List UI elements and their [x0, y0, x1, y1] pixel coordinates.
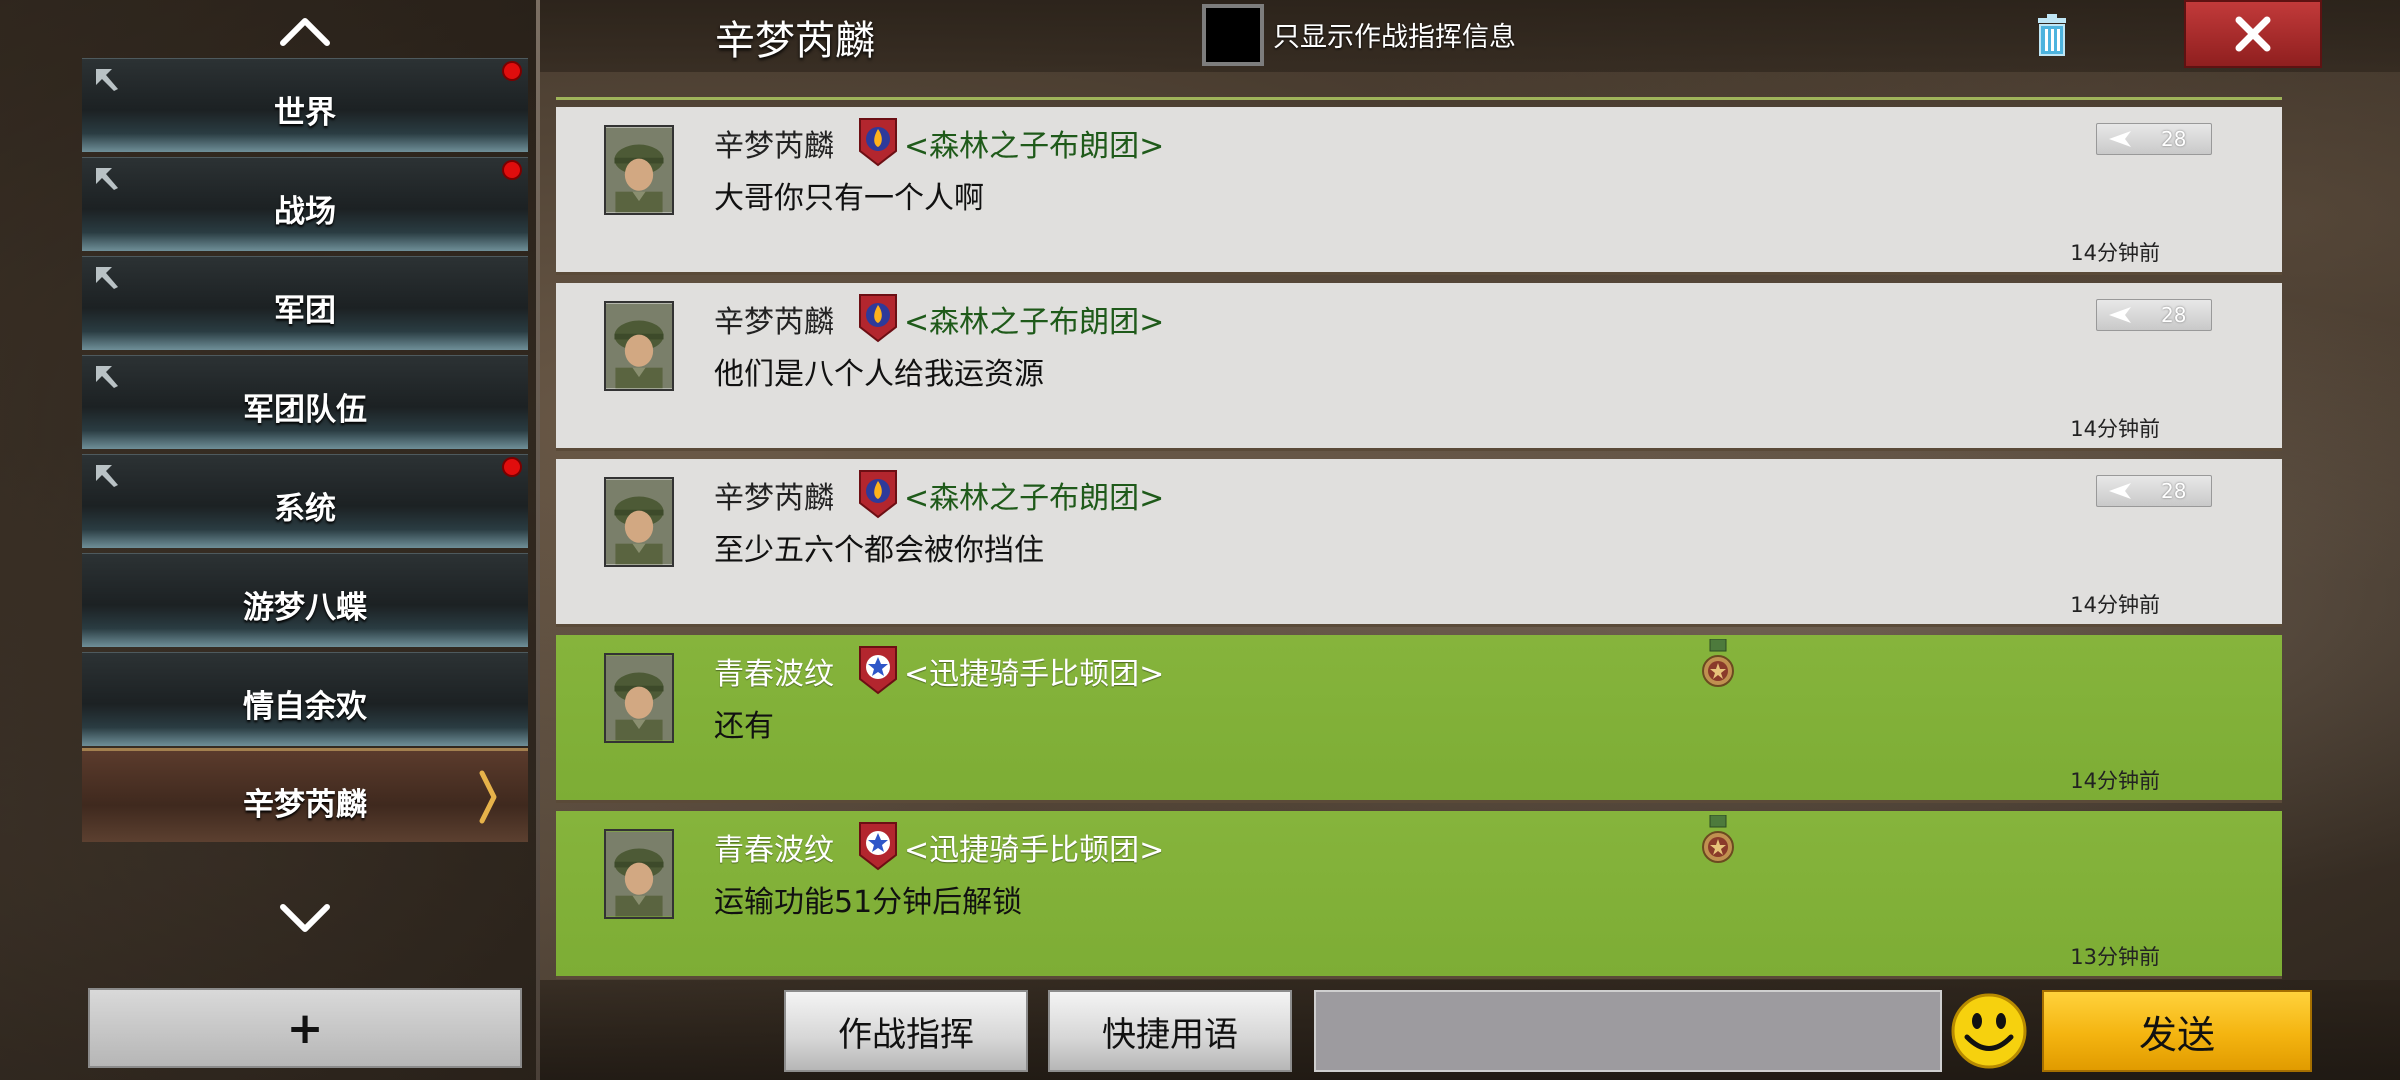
chat-header: 辛梦芮麟 只显示作战指挥信息	[540, 0, 2400, 72]
channel-label: 游梦八蝶	[243, 590, 367, 626]
chat-message-ally: 青春波纹 <迅捷骑手比顿团> 还有 14分钟前	[556, 635, 2282, 803]
sender-name[interactable]: 辛梦芮麟	[714, 121, 834, 165]
legion-star-badge-icon	[859, 646, 897, 695]
soldier-avatar[interactable]	[604, 653, 674, 743]
thumb-arrow-icon	[2109, 483, 2131, 499]
command-only-label: 只显示作战指挥信息	[1273, 22, 1516, 53]
unread-dot	[502, 160, 522, 180]
legion-name[interactable]: <迅捷骑手比顿团>	[904, 649, 1164, 693]
channel-label: 情自余欢	[243, 689, 367, 725]
sender-name[interactable]: 青春波纹	[714, 649, 834, 693]
message-time: 14分钟前	[2070, 417, 2160, 441]
chat-message: 辛梦芮麟 <森林之子布朗团> 大哥你只有一个人啊 28 14分钟前	[556, 107, 2282, 275]
legion-name[interactable]: <森林之子布朗团>	[904, 297, 1164, 341]
channel-label: 战场	[274, 194, 336, 230]
like-count: 28	[2161, 127, 2187, 151]
legion-name[interactable]: <迅捷骑手比顿团>	[904, 825, 1164, 869]
unread-dot	[502, 61, 522, 81]
channel-tab-private-1[interactable]: 游梦八蝶	[82, 553, 528, 647]
like-count: 28	[2161, 303, 2187, 327]
channel-label: 辛梦芮麟	[243, 787, 367, 823]
chevron-up-icon	[280, 18, 330, 46]
message-time: 14分钟前	[2070, 593, 2160, 617]
message-text: 他们是八个人给我运资源	[714, 357, 1044, 392]
channel-tab-world[interactable]: 世界	[82, 58, 528, 152]
like-button[interactable]: 28	[2096, 475, 2212, 507]
send-button[interactable]: 发送	[2042, 990, 2312, 1072]
medal-icon	[1702, 639, 1734, 687]
chat-input[interactable]	[1314, 990, 1942, 1072]
legion-star-badge-icon	[859, 822, 897, 871]
chat-title: 辛梦芮麟	[715, 18, 875, 64]
like-button[interactable]: 28	[2096, 123, 2212, 155]
channel-tab-battlefield[interactable]: 战场	[82, 157, 528, 251]
soldier-portrait-icon	[606, 127, 672, 213]
like-count: 28	[2161, 479, 2187, 503]
message-time: 13分钟前	[2070, 945, 2160, 969]
chat-message: 辛梦芮麟 <森林之子布朗团> 他们是八个人给我运资源 28 14分钟前	[556, 283, 2282, 451]
soldier-portrait-icon	[606, 655, 672, 741]
soldier-avatar[interactable]	[604, 301, 674, 391]
soldier-portrait-icon	[606, 303, 672, 389]
channel-tab-legion-team[interactable]: 军团队伍	[82, 355, 528, 449]
sender-name[interactable]: 辛梦芮麟	[714, 297, 834, 341]
legion-flame-badge-icon	[859, 294, 897, 343]
unread-dot	[502, 457, 522, 477]
legion-name[interactable]: <森林之子布朗团>	[904, 473, 1164, 517]
channel-tab-legion[interactable]: 军团	[82, 256, 528, 350]
like-button[interactable]: 28	[2096, 299, 2212, 331]
channel-sidebar: 世界 战场 军团 军团队伍 系统 游梦八蝶 情自余欢 辛梦芮麟 +	[0, 0, 540, 1080]
channel-tab-system[interactable]: 系统	[82, 454, 528, 548]
channel-label: 军团队伍	[243, 392, 367, 428]
channel-tab-private-2[interactable]: 情自余欢	[82, 652, 528, 746]
soldier-avatar[interactable]	[604, 125, 674, 215]
scroll-up-button[interactable]	[275, 12, 335, 52]
battle-command-button[interactable]: 作战指挥	[784, 990, 1028, 1072]
soldier-avatar[interactable]	[604, 477, 674, 567]
message-text: 至少五六个都会被你挡住	[714, 533, 1044, 568]
message-text: 运输功能51分钟后解锁	[714, 885, 1023, 920]
message-text: 大哥你只有一个人啊	[714, 181, 984, 216]
channel-tab-private-active[interactable]: 辛梦芮麟	[82, 748, 528, 842]
message-time: 14分钟前	[2070, 769, 2160, 793]
sidebar-divider	[536, 0, 540, 1080]
quick-phrases-button[interactable]: 快捷用语	[1048, 990, 1292, 1072]
legion-name[interactable]: <森林之子布朗团>	[904, 121, 1164, 165]
thumb-arrow-icon	[2109, 307, 2131, 323]
soldier-portrait-icon	[606, 479, 672, 565]
trash-icon[interactable]	[2030, 14, 2074, 58]
legion-flame-badge-icon	[859, 470, 897, 519]
chat-message: 辛梦芮麟 <森林之子布朗团> 至少五六个都会被你挡住 28 14分钟前	[556, 459, 2282, 627]
command-only-checkbox[interactable]	[1202, 4, 1264, 66]
emoji-smiley-icon[interactable]	[1950, 992, 2028, 1070]
chat-message-ally: 青春波纹 <迅捷骑手比顿团> 运输功能51分钟后解锁 13分钟前	[556, 811, 2282, 979]
thumb-arrow-icon	[2109, 131, 2131, 147]
close-icon	[2235, 16, 2271, 52]
channel-label: 军团	[274, 293, 336, 329]
add-chat-button[interactable]: +	[88, 988, 522, 1068]
chevron-down-icon	[280, 904, 330, 932]
message-text: 还有	[714, 709, 774, 744]
soldier-portrait-icon	[606, 831, 672, 917]
sender-name[interactable]: 辛梦芮麟	[714, 473, 834, 517]
chevron-right-icon	[479, 770, 497, 824]
sender-name[interactable]: 青春波纹	[714, 825, 834, 869]
messages-top-divider	[556, 97, 2282, 100]
channel-label: 世界	[274, 95, 336, 131]
medal-icon	[1702, 815, 1734, 863]
scroll-down-button[interactable]	[275, 898, 335, 938]
legion-flame-badge-icon	[859, 118, 897, 167]
close-button[interactable]	[2184, 0, 2322, 68]
message-time: 14分钟前	[2070, 241, 2160, 265]
soldier-avatar[interactable]	[604, 829, 674, 919]
channel-label: 系统	[274, 491, 336, 527]
